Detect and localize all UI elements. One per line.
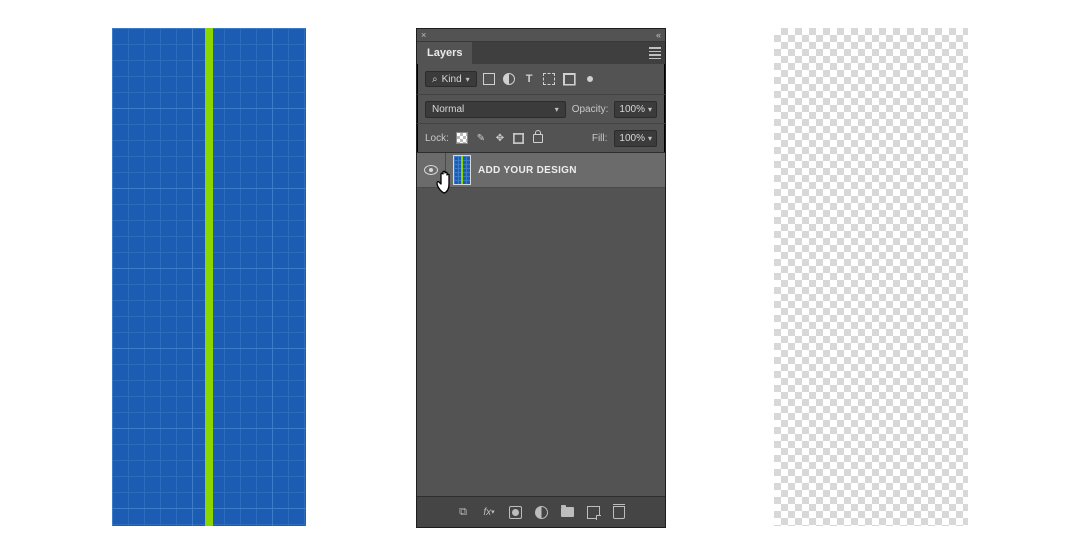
fill-input[interactable]: 100% ▾ (614, 130, 657, 147)
lock-all-icon[interactable] (532, 134, 544, 143)
filter-pixel-icon[interactable] (482, 73, 497, 86)
layer-thumbnail[interactable] (454, 156, 470, 184)
link-layers-icon[interactable]: ⧉ (456, 505, 470, 519)
blueprint-gutter-stripe (205, 28, 213, 526)
filter-type-icon[interactable]: T (522, 73, 537, 86)
lock-position-icon[interactable]: ✥ (494, 133, 506, 144)
add-mask-icon[interactable] (508, 505, 522, 519)
delete-layer-icon[interactable] (612, 505, 626, 519)
canvas-transparent (774, 28, 968, 526)
filter-smartobject-icon[interactable] (562, 73, 577, 86)
layers-list: ADD YOUR DESIGN (417, 153, 665, 496)
tab-label: Layers (427, 47, 462, 59)
lock-pixels-icon[interactable]: ✎ (475, 133, 487, 144)
opacity-input[interactable]: 100% ▾ (614, 101, 657, 118)
panel-minibar: × « (417, 29, 665, 42)
visibility-toggle[interactable] (417, 153, 446, 187)
collapse-icon[interactable]: « (656, 30, 661, 40)
filter-adjustment-icon[interactable] (502, 73, 517, 86)
lock-row: Lock: ✎ ✥ Fill: 100% ▾ (417, 124, 665, 153)
chevron-down-icon: ▾ (555, 105, 559, 114)
lock-label: Lock: (425, 133, 449, 144)
filter-artboard-icon[interactable] (582, 73, 597, 86)
layer-name[interactable]: ADD YOUR DESIGN (478, 165, 577, 176)
panel-menu-icon[interactable] (649, 47, 661, 59)
chevron-down-icon: ▾ (466, 75, 470, 84)
chevron-down-icon: ▾ (648, 134, 652, 143)
opacity-label: Opacity: (572, 104, 609, 115)
blend-mode-select[interactable]: Normal ▾ (425, 101, 566, 118)
layer-style-button[interactable]: fx▾ (482, 505, 496, 519)
new-layer-icon[interactable] (586, 505, 600, 519)
blend-row: Normal ▾ Opacity: 100% ▾ (417, 95, 665, 124)
layer-row[interactable]: ADD YOUR DESIGN (417, 153, 665, 188)
filter-shape-icon[interactable] (542, 73, 557, 86)
search-icon: ⌕ (432, 74, 438, 85)
layers-panel: × « Layers ⌕ Kind ▾ T Normal ▾ Opacity: … (416, 28, 666, 528)
filter-kind-select[interactable]: ⌕ Kind ▾ (425, 71, 477, 87)
add-adjustment-icon[interactable] (534, 505, 548, 519)
panel-footer: ⧉ fx▾ (417, 496, 665, 527)
blend-mode-value: Normal (432, 104, 464, 115)
fill-label: Fill: (592, 133, 608, 144)
filter-kind-label: Kind (442, 74, 462, 85)
panel-tab-row: Layers (417, 42, 665, 64)
lock-artboard-icon[interactable] (513, 133, 525, 144)
tab-layers[interactable]: Layers (417, 42, 472, 64)
new-group-icon[interactable] (560, 505, 574, 519)
canvas-blueprint (112, 28, 306, 526)
fill-value: 100% (619, 133, 645, 144)
chevron-down-icon: ▾ (648, 105, 652, 114)
opacity-value: 100% (619, 104, 645, 115)
close-icon[interactable]: × (421, 30, 426, 40)
eye-icon (424, 165, 438, 175)
filter-row: ⌕ Kind ▾ T (417, 64, 665, 95)
lock-transparency-icon[interactable] (456, 132, 468, 144)
